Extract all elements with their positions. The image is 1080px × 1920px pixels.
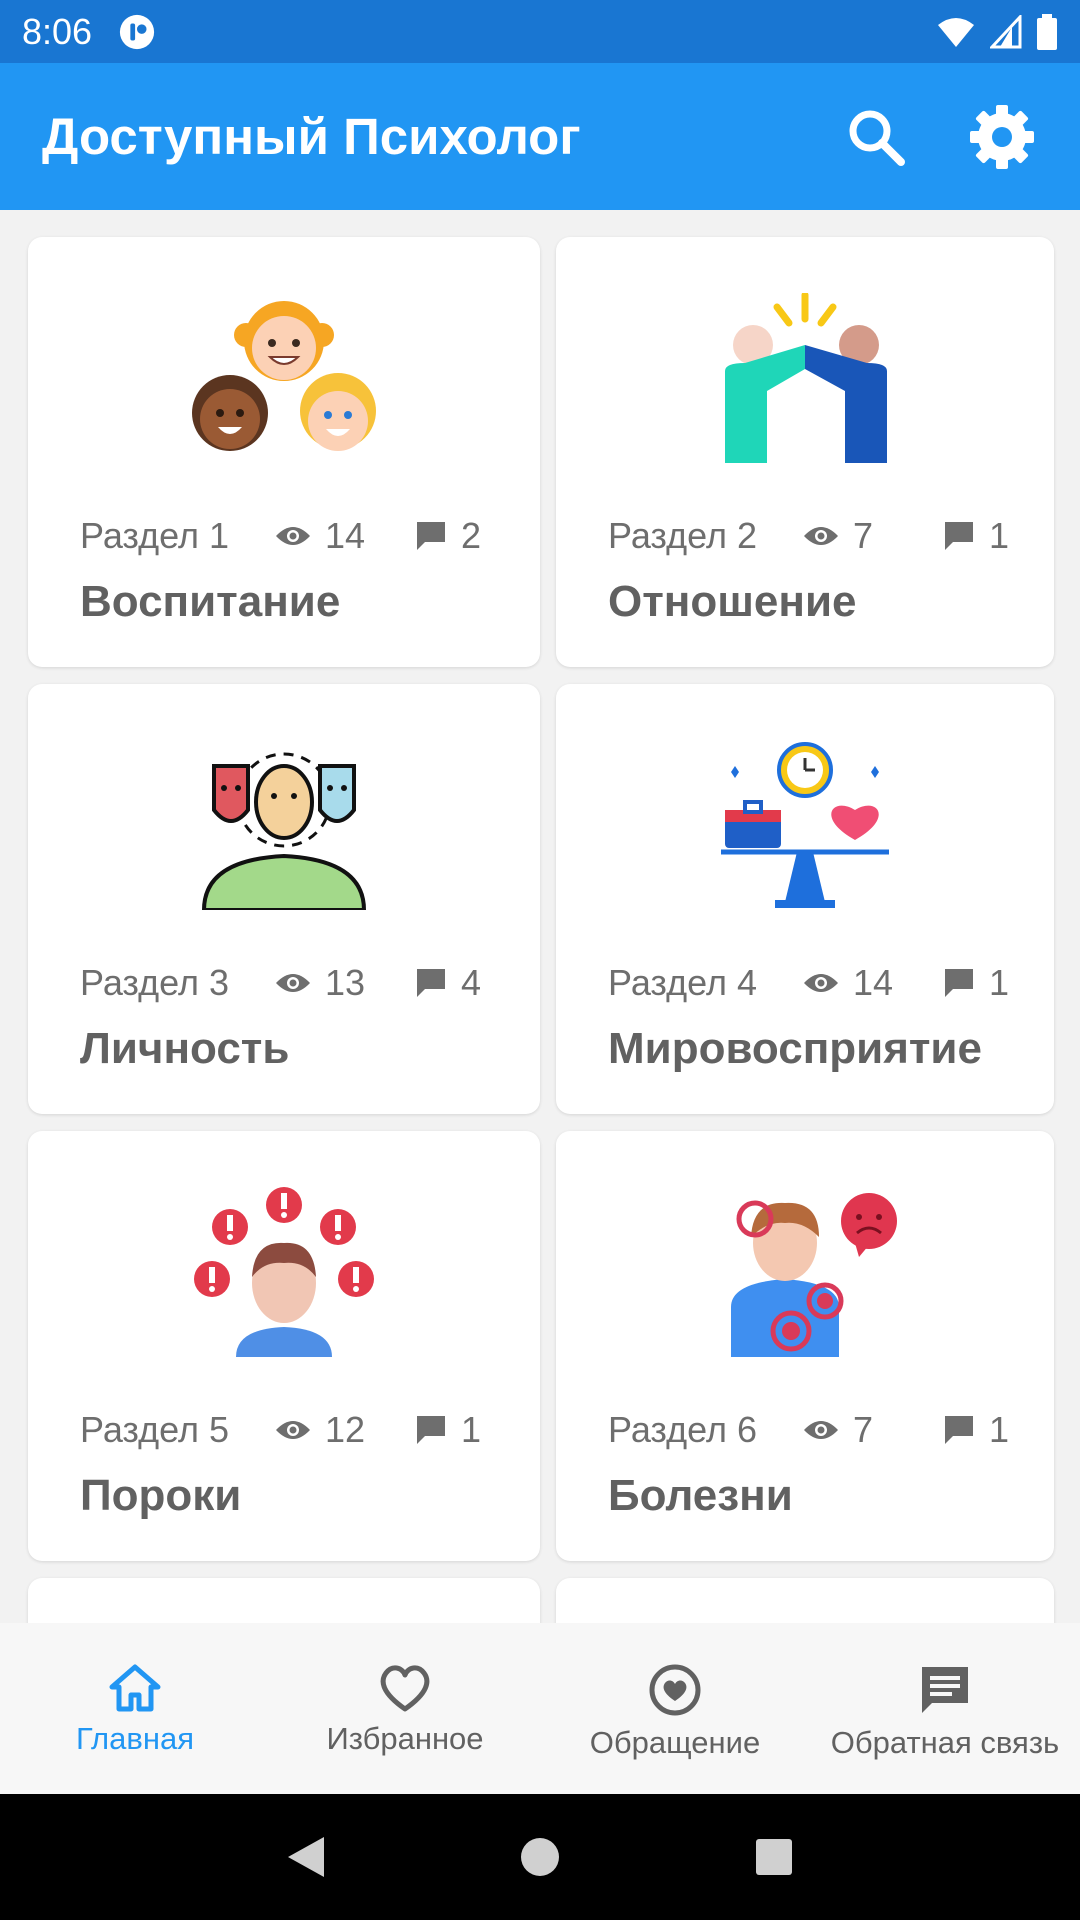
section-card-3[interactable]: Раздел 3 13 4 Личность (28, 684, 540, 1114)
system-navigation-bar (0, 1794, 1080, 1920)
eye-icon (276, 1421, 310, 1439)
comments-count: 1 (943, 962, 1009, 1004)
card-meta: Раздел 2 7 1 (608, 515, 1014, 557)
nav-item-home[interactable]: Главная (0, 1623, 270, 1794)
home-circle-icon[interactable] (518, 1835, 562, 1879)
nav-item-favorites[interactable]: Избранное (270, 1623, 540, 1794)
card-meta: Раздел 3 13 4 (80, 962, 500, 1004)
feedback-icon (922, 1667, 968, 1713)
section-label: Раздел 5 (80, 1409, 230, 1450)
card-title: Болезни (608, 1471, 793, 1520)
screen: 8:06 Доступный Психолог Раздел 1 14 2 Во… (0, 0, 1080, 1920)
comment-icon (945, 969, 973, 997)
views-count: 13 (275, 962, 415, 1004)
signal-icon (990, 14, 1022, 48)
section-card-6[interactable]: Раздел 6 7 1 Болезни (556, 1131, 1054, 1561)
views-count: 7 (803, 1409, 943, 1451)
card-title: Мировосприятие (608, 1024, 982, 1073)
nav-item-appeal[interactable]: Обращение (540, 1623, 810, 1794)
comment-icon (417, 1416, 445, 1444)
children-faces-illustration (28, 293, 540, 493)
balance-scale-illustration (556, 740, 1054, 940)
status-indicators (936, 13, 1058, 50)
card-meta: Раздел 4 14 1 (608, 962, 1014, 1004)
section-card-2[interactable]: Раздел 2 7 1 Отношение (556, 237, 1054, 667)
section-label: Раздел 3 (80, 962, 230, 1003)
card-meta: Раздел 6 7 1 (608, 1409, 1014, 1451)
heart-outline-icon (380, 1665, 430, 1712)
bottom-navigation: Главная Избранное Обращение Обратная свя… (0, 1623, 1080, 1794)
battery-icon (1037, 13, 1057, 50)
nav-item-feedback[interactable]: Обратная связь (810, 1623, 1080, 1794)
card-meta: Раздел 1 14 2 (80, 515, 500, 557)
section-label: Раздел 4 (608, 962, 758, 1003)
eye-icon (804, 974, 838, 992)
card-title: Личность (80, 1024, 290, 1073)
nav-label-favorites: Избранное (326, 1721, 484, 1756)
comments-count: 2 (415, 515, 481, 557)
app-title: Доступный Психолог (42, 108, 581, 165)
comments-count: 1 (415, 1409, 481, 1451)
high-five-illustration (556, 293, 1054, 493)
person-masks-illustration (28, 740, 540, 940)
comments-count: 4 (415, 962, 481, 1004)
sections-grid: Раздел 1 14 2 Воспитание Раздел 2 7 1 От… (0, 210, 1080, 1623)
nav-label-feedback: Обратная связь (830, 1725, 1060, 1760)
card-title: Пороки (80, 1471, 242, 1520)
app-notification-icon (119, 14, 155, 49)
card-title: Отношение (608, 577, 857, 626)
comment-icon (945, 522, 973, 550)
nav-label-home: Главная (76, 1721, 194, 1756)
views-count: 14 (275, 515, 415, 557)
gear-icon (970, 104, 1034, 169)
card-title: Воспитание (80, 577, 341, 626)
person-pain-illustration (556, 1187, 1054, 1387)
views-count: 7 (803, 515, 943, 557)
section-card-4[interactable]: Раздел 4 14 1 Мировосприятие (556, 684, 1054, 1114)
comment-icon (945, 1416, 973, 1444)
recents-icon[interactable] (752, 1835, 796, 1879)
back-icon[interactable] (284, 1833, 328, 1881)
person-warnings-illustration (28, 1187, 540, 1387)
comment-icon (417, 969, 445, 997)
views-count: 14 (803, 962, 943, 1004)
eye-icon (804, 527, 838, 545)
views-count: 12 (275, 1409, 415, 1451)
section-card-1[interactable]: Раздел 1 14 2 Воспитание (28, 237, 540, 667)
eye-icon (276, 527, 310, 545)
wifi-icon (938, 17, 974, 47)
section-card-8-partial[interactable] (556, 1578, 1054, 1623)
status-time: 8:06 (22, 10, 93, 52)
search-button[interactable] (840, 101, 912, 173)
settings-button[interactable] (966, 101, 1038, 173)
comments-count: 1 (943, 1409, 1009, 1451)
app-bar: Доступный Психолог (0, 63, 1080, 210)
section-label: Раздел 1 (80, 515, 230, 556)
card-meta: Раздел 5 12 1 (80, 1409, 500, 1451)
section-label: Раздел 6 (608, 1409, 758, 1450)
section-card-5[interactable]: Раздел 5 12 1 Пороки (28, 1131, 540, 1561)
heart-circle-icon (649, 1664, 701, 1716)
nav-label-appeal: Обращение (589, 1725, 761, 1760)
eye-icon (804, 1421, 838, 1439)
section-card-7-partial[interactable] (28, 1578, 540, 1623)
search-icon (849, 110, 905, 166)
status-bar: 8:06 (0, 0, 1080, 63)
section-label: Раздел 2 (608, 515, 758, 556)
eye-icon (276, 974, 310, 992)
comment-icon (417, 522, 445, 550)
comments-count: 1 (943, 515, 1009, 557)
home-icon (109, 1664, 161, 1712)
